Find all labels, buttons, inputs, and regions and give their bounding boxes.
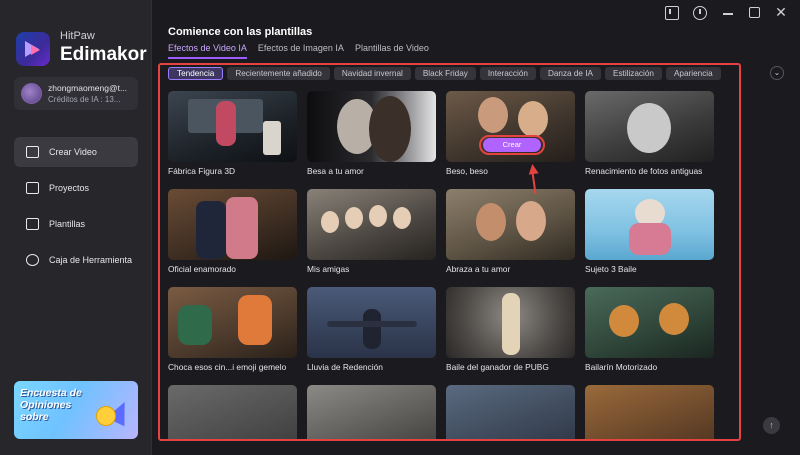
template-title: Besa a tu amor <box>307 166 364 176</box>
template-title: Choca esos cin...i emoji gemelo <box>168 362 287 372</box>
template-title: Baile del ganador de PUBG <box>446 362 549 372</box>
template-card[interactable]: Mis amigas <box>307 189 436 274</box>
tab-video-templates[interactable]: Plantillas de Video <box>355 43 429 59</box>
brand-company: HitPaw <box>60 30 95 42</box>
template-title: Lluvia de Redención <box>307 362 383 372</box>
template-title: Oficial enamorado <box>168 264 236 274</box>
template-card[interactable]: Baile del ganador de PUBG <box>446 287 575 372</box>
template-icon <box>26 218 39 230</box>
scroll-to-top-icon[interactable]: ↑ <box>763 417 780 434</box>
tab-video-effects[interactable]: Efectos de Video IA <box>168 43 247 59</box>
template-card[interactable]: Lluvia de Redención <box>307 287 436 372</box>
sidebar-item-label: Caja de Herramienta <box>49 255 133 265</box>
template-thumbnail <box>307 189 436 260</box>
tab-image-effects[interactable]: Efectos de Imagen IA <box>258 43 344 59</box>
chip-black-friday[interactable]: Black Friday <box>414 67 476 80</box>
sidebar-item-label: Crear Video <box>49 147 97 157</box>
template-title: Renacimiento de fotos antiguas <box>585 166 703 176</box>
template-title: Fábrica Figura 3D <box>168 166 236 176</box>
sidebar-item-create-video[interactable]: Crear Video <box>14 137 138 167</box>
template-thumbnail <box>168 91 297 162</box>
template-card[interactable] <box>168 385 297 439</box>
avatar <box>21 83 42 104</box>
template-thumbnail: Crear <box>446 91 575 162</box>
chip-stylization[interactable]: Estilización <box>605 67 662 80</box>
template-thumbnail <box>585 385 714 439</box>
app-logo-icon <box>16 32 50 66</box>
template-card[interactable] <box>307 385 436 439</box>
template-title: Mis amigas <box>307 264 350 274</box>
smiley-emoji-icon <box>96 406 116 426</box>
template-thumbnail <box>585 287 714 358</box>
template-thumbnail <box>446 287 575 358</box>
template-card[interactable]: Choca esos cin...i emoji gemelo <box>168 287 297 372</box>
info-icon[interactable] <box>693 6 707 20</box>
template-card[interactable] <box>585 385 714 439</box>
template-card[interactable] <box>446 385 575 439</box>
template-grid: Fábrica Figura 3D Besa a tu amor Crear B… <box>168 91 728 439</box>
chip-recent[interactable]: Recientemente añadido <box>227 67 330 80</box>
user-account-card[interactable]: zhongmaomeng@t... Créditos de IA : 13... <box>14 77 138 110</box>
sidebar-item-toolbox[interactable]: Caja de Herramienta <box>14 245 138 275</box>
template-card[interactable]: Besa a tu amor <box>307 91 436 176</box>
template-thumbnail <box>307 91 436 162</box>
user-email: zhongmaomeng@t... <box>48 83 128 93</box>
template-card[interactable]: Abraza a tu amor <box>446 189 575 274</box>
chip-winter-christmas[interactable]: Navidad invernal <box>333 67 411 80</box>
ai-credits: Créditos de IA : 13... <box>48 95 121 104</box>
template-card[interactable]: Fábrica Figura 3D <box>168 91 297 176</box>
sidebar-item-templates[interactable]: Plantillas <box>14 209 138 239</box>
template-card[interactable]: Crear Beso, beso <box>446 91 575 176</box>
effect-tabs: Efectos de Video IA Efectos de Imagen IA… <box>168 43 429 59</box>
sidebar-item-label: Plantillas <box>49 219 86 229</box>
template-thumbnail <box>446 189 575 260</box>
expand-chips-chevron-down-icon[interactable]: ⌄ <box>770 66 784 80</box>
feedback-icon[interactable] <box>665 6 679 20</box>
page-title: Comience con las plantillas <box>168 26 313 38</box>
chip-appearance[interactable]: Apariencia <box>665 67 721 80</box>
video-camera-icon <box>26 146 39 158</box>
maximize-icon[interactable] <box>749 7 760 18</box>
template-card[interactable]: Renacimiento de fotos antiguas <box>585 91 714 176</box>
sidebar-item-projects[interactable]: Proyectos <box>14 173 138 203</box>
template-thumbnail <box>168 385 297 439</box>
sidebar-item-label: Proyectos <box>49 183 90 193</box>
template-title: Bailarín Motorizado <box>585 362 658 372</box>
chip-interaction[interactable]: Interacción <box>479 67 536 80</box>
template-thumbnail <box>307 385 436 439</box>
template-thumbnail <box>585 189 714 260</box>
category-chips: Tendencia Recientemente añadido Navidad … <box>168 67 721 80</box>
close-icon[interactable]: ✕ <box>774 5 788 20</box>
folder-icon <box>26 182 39 194</box>
toolbox-icon <box>26 254 39 266</box>
template-title: Sujeto 3 Baile <box>585 264 637 274</box>
minimize-icon[interactable] <box>721 6 735 20</box>
template-thumbnail <box>446 385 575 439</box>
template-card[interactable]: Bailarín Motorizado <box>585 287 714 372</box>
template-card[interactable]: Oficial enamorado <box>168 189 297 274</box>
banner-text: Encuesta de Opiniones sobre <box>20 387 82 423</box>
template-thumbnail <box>585 91 714 162</box>
template-thumbnail <box>307 287 436 358</box>
brand-name: Edimakor <box>60 44 147 65</box>
chip-trending[interactable]: Tendencia <box>168 67 224 80</box>
template-card[interactable]: Sujeto 3 Baile <box>585 189 714 274</box>
window-controls: ✕ <box>665 5 788 20</box>
template-thumbnail <box>168 287 297 358</box>
template-title: Abraza a tu amor <box>446 264 511 274</box>
survey-banner[interactable]: Encuesta de Opiniones sobre <box>14 381 138 439</box>
annotation-ring <box>479 135 545 155</box>
sidebar: HitPaw Edimakor zhongmaomeng@t... Crédit… <box>0 0 152 455</box>
template-title: Beso, beso <box>446 166 488 176</box>
chip-ai-dance[interactable]: Danza de IA <box>539 67 601 80</box>
template-thumbnail <box>168 189 297 260</box>
